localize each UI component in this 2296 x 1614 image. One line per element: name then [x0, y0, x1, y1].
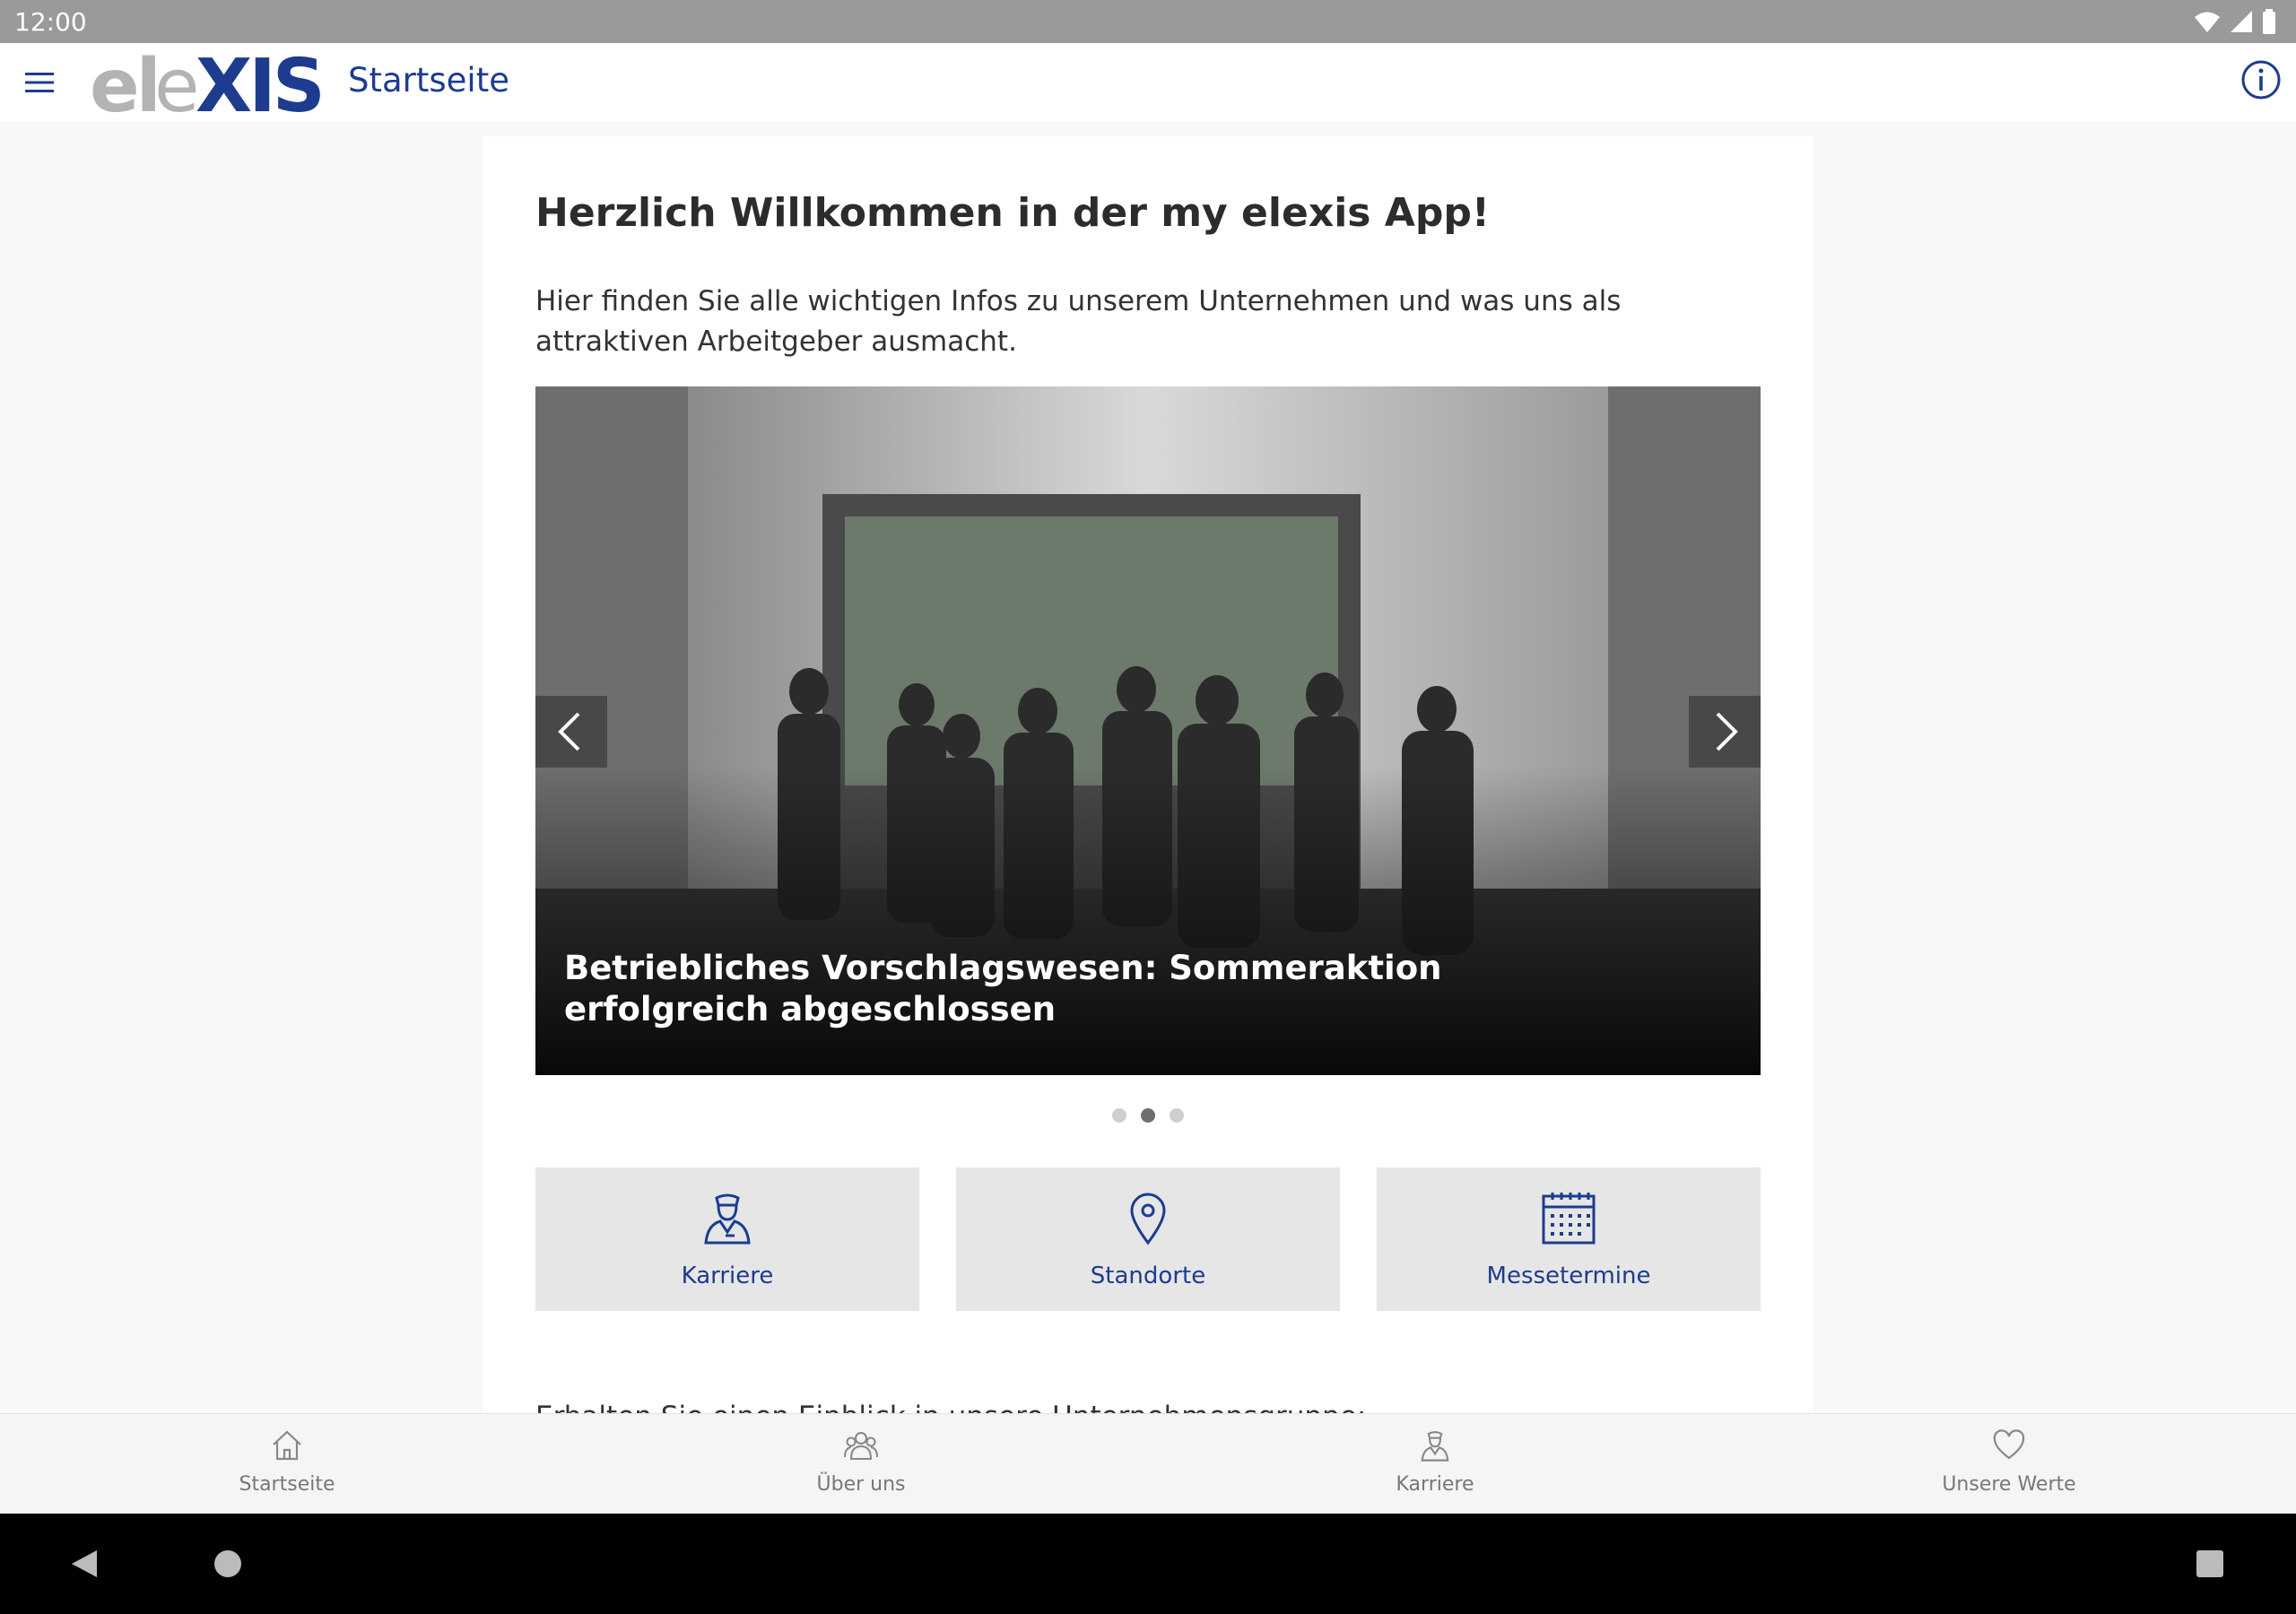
chevron-left-icon	[558, 712, 580, 751]
bottomnav-startseite[interactable]: Startseite	[0, 1414, 574, 1514]
bottomnav-label: Über uns	[816, 1473, 906, 1496]
home-circle-icon[interactable]	[213, 1549, 242, 1578]
tile-label: Messetermine	[1486, 1263, 1651, 1289]
svg-text:XIS: XIS	[196, 48, 322, 129]
page-title: Startseite	[348, 61, 509, 100]
worker-icon	[1421, 1431, 1449, 1462]
team-icon	[844, 1432, 878, 1460]
welcome-heading: Herzlich Willkommen in der my elexis App…	[535, 190, 1490, 236]
system-icons	[2194, 9, 2276, 34]
carousel-next-button[interactable]	[1689, 696, 1761, 768]
recents-icon[interactable]	[2196, 1549, 2224, 1578]
carousel-dot[interactable]	[1141, 1108, 1155, 1123]
info-icon[interactable]	[2240, 59, 2282, 100]
tile-label: Standorte	[1090, 1263, 1206, 1289]
svg-text:el: el	[90, 48, 158, 129]
bottomnav-label: Karriere	[1396, 1473, 1474, 1496]
group-teaser-text: Erhalten Sie einen Einblick in unsere Un…	[535, 1401, 1366, 1413]
bottomnav-label: Startseite	[239, 1473, 335, 1496]
bottomnav-unsere-werte[interactable]: Unsere Werte	[1722, 1414, 2296, 1514]
carousel-dot[interactable]	[1112, 1108, 1126, 1123]
svg-text:e: e	[154, 48, 196, 129]
chevron-right-icon	[1716, 712, 1738, 751]
welcome-card: Herzlich Willkommen in der my elexis App…	[483, 136, 1813, 1413]
wifi-icon	[2195, 12, 2220, 32]
calendar-icon	[1542, 1193, 1596, 1245]
worker-icon	[704, 1193, 751, 1245]
carousel-prev-button[interactable]	[535, 696, 607, 768]
bottomnav-ueber-uns[interactable]: Über uns	[574, 1414, 1148, 1514]
battery-icon	[2263, 9, 2275, 34]
system-navigation-bar	[0, 1514, 2296, 1614]
bottomnav-karriere[interactable]: Karriere	[1148, 1414, 1722, 1514]
back-icon[interactable]	[70, 1549, 99, 1579]
quick-links: Karriere Standorte Messetermine	[535, 1167, 1761, 1311]
hamburger-menu-icon[interactable]	[22, 65, 57, 100]
heart-icon	[1993, 1429, 2025, 1460]
tile-karriere[interactable]: Karriere	[535, 1167, 919, 1311]
status-time: 12:00	[14, 7, 87, 37]
tile-standorte[interactable]: Standorte	[956, 1167, 1340, 1311]
tile-label: Karriere	[681, 1263, 774, 1289]
app-bar: el e XIS Startseite	[0, 43, 2296, 134]
signal-icon	[2231, 11, 2252, 32]
location-pin-icon	[1130, 1193, 1166, 1245]
carousel-indicators	[483, 1108, 1813, 1123]
intro-text: Hier finden Sie alle wichtigen Infos zu …	[535, 285, 1622, 358]
main-content[interactable]: Herzlich Willkommen in der my elexis App…	[0, 122, 2296, 1413]
news-caption[interactable]: Betriebliches Vorschlagswesen: Sommerakt…	[564, 948, 1551, 1030]
status-bar: 12:00	[0, 0, 2296, 43]
news-carousel[interactable]: Betriebliches Vorschlagswesen: Sommerakt…	[535, 386, 1761, 1075]
tile-messetermine[interactable]: Messetermine	[1377, 1167, 1761, 1311]
bottom-navigation: Startseite Über uns Karriere Unsere Wert…	[0, 1413, 2296, 1514]
carousel-dot[interactable]	[1170, 1108, 1184, 1123]
home-icon	[273, 1430, 301, 1461]
bottomnav-label: Unsere Werte	[1942, 1473, 2076, 1496]
